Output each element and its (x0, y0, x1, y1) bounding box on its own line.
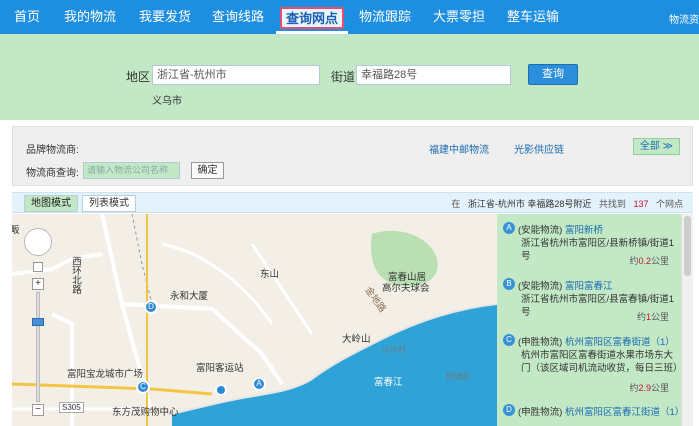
result-company-c: (申胜物流) (518, 337, 563, 348)
map-pin-a[interactable]: A (252, 377, 266, 391)
result-badge-d: D (503, 404, 515, 416)
zoom-out-button[interactable]: − (32, 404, 44, 416)
nav-query-outlets[interactable]: 查询网点 (275, 7, 349, 34)
region-suggestion[interactable]: 义乌市 (152, 92, 182, 107)
map-label-xiaosha: 小沙村 (382, 345, 406, 354)
results-list: A (安能物流) 富阳新桥 浙江省杭州市富阳区/县新桥镇/街道1号 约0.2公里… (497, 214, 681, 426)
all-brands-button[interactable]: 全部 ≫ (633, 138, 680, 155)
results-summary: 在 浙江省-杭州市 幸福路28号附近 共找到 137 个网点 (451, 197, 683, 210)
result-name-b[interactable]: 富阳富春江 (565, 281, 613, 292)
scrollbar-thumb[interactable] (684, 216, 691, 276)
map-pin-c[interactable]: C (136, 380, 150, 394)
nav-query-routes[interactable]: 查询线路 (212, 0, 264, 34)
query-label: 物流商查询: (26, 168, 79, 179)
results-scrollbar[interactable] (681, 214, 693, 426)
summary-suffix: 个网点 (655, 199, 683, 209)
region-input[interactable]: 浙江省-杭州市 (152, 65, 320, 85)
company-search-input[interactable]: 请输入物流公司名称 (83, 162, 180, 179)
result-distance-a: 约0.2公里 (629, 256, 669, 266)
map-pin-b[interactable] (215, 384, 227, 396)
result-company-a: (安能物流) (518, 225, 563, 236)
map-pan-control[interactable] (24, 228, 52, 256)
zoom-in-button[interactable]: + (32, 278, 44, 290)
summary-location: 浙江省-杭州市 幸福路28号附近 (467, 199, 592, 209)
map-label-dongshan: 东山 (260, 269, 280, 280)
nav-tracking[interactable]: 物流跟踪 (359, 0, 411, 34)
brand-label: 品牌物流商: (26, 145, 79, 156)
map-label-dongfangmao: 东方茂购物中心 (112, 407, 179, 418)
map-label-daling: 大岭山 (342, 334, 371, 345)
result-distance-c: 约2.9公里 (629, 383, 669, 393)
region-label: 地区 (126, 70, 151, 84)
nav-ftl-transport[interactable]: 整车运输 (507, 0, 559, 34)
map-label-xihuan: 西环北路 (70, 256, 81, 294)
map-label-baolong: 富阳宝龙城市广场 (67, 369, 144, 380)
result-address-c: 杭州市富阳区富春街道水果市场东大门（该区域司机流动收货，每日三班） (521, 350, 681, 374)
nav-my-logistics[interactable]: 我的物流 (64, 0, 116, 34)
zoom-slider-track[interactable] (36, 292, 40, 402)
nav-ltl-freight[interactable]: 大票零担 (433, 0, 485, 34)
result-badge-c: C (503, 334, 515, 346)
map-label-partial: 畈 (12, 225, 20, 236)
map-label-fuchunjiang: 富春江 (374, 377, 403, 388)
result-name-c[interactable]: 杭州富阳区富春街道（1） (565, 337, 675, 348)
list-mode-tab[interactable]: 列表模式 (82, 195, 136, 212)
confirm-button[interactable]: 确定 (191, 162, 224, 179)
nav-right-text[interactable]: 物流资 (669, 11, 699, 26)
brand-link-fujian[interactable]: 福建中邮物流 (429, 141, 489, 156)
map-label-hezhou: 何埭村 (446, 372, 470, 381)
result-badge-a: A (503, 222, 515, 234)
filter-panel: 品牌物流商: 福建中邮物流 光影供应链 全部 ≫ 物流商查询: 请输入物流公司名… (12, 126, 693, 186)
query-button[interactable]: 查询 (528, 64, 578, 85)
result-name-d[interactable]: 杭州富阳区富春江街道（1） (565, 407, 681, 418)
map-label-fuyang-bus: 富阳客运站 (196, 363, 244, 374)
map-pin-d[interactable]: D (144, 300, 158, 314)
street-label: 街道 (331, 70, 356, 84)
zoom-slider-handle[interactable] (32, 318, 44, 326)
nav-home[interactable]: 首页 (14, 0, 40, 34)
map-locate-button[interactable] (33, 262, 43, 272)
street-input[interactable]: 幸福路28号 (356, 65, 511, 85)
search-panel: 地区 浙江省-杭州市 义乌市 街道 幸福路28号 (0, 34, 699, 120)
top-navigation-bar: 首页 我的物流 我要发货 查询线路 查询网点 物流跟踪 大票零担 整车运输 物流… (0, 0, 699, 34)
summary-found: 共找到 (598, 199, 626, 209)
result-company-d: (申胜物流) (518, 407, 563, 418)
map-canvas (12, 214, 497, 426)
map-label-s305: S305 (59, 402, 84, 413)
result-badge-b: B (503, 278, 515, 290)
result-distance-b: 约1公里 (636, 312, 669, 322)
map-mode-tab[interactable]: 地图模式 (24, 195, 78, 212)
map-view[interactable]: + − 畈 西环北路 东山 永和大厦 富春山居 高尔夫球会 大岭山 金地路 富阳… (12, 214, 497, 426)
map-label-golf: 高尔夫球会 (382, 283, 430, 294)
view-mode-bar: 地图模式 列表模式 在 浙江省-杭州市 幸福路28号附近 共找到 137 个网点 (12, 192, 693, 213)
summary-prefix: 在 (451, 199, 461, 209)
summary-count: 137 (633, 199, 649, 209)
result-company-b: (安能物流) (518, 281, 563, 292)
result-name-a[interactable]: 富阳新桥 (565, 225, 603, 236)
nav-ship[interactable]: 我要发货 (139, 0, 191, 34)
map-label-yonghe: 永和大厦 (170, 291, 209, 302)
brand-link-guangying[interactable]: 光影供应链 (514, 141, 564, 156)
